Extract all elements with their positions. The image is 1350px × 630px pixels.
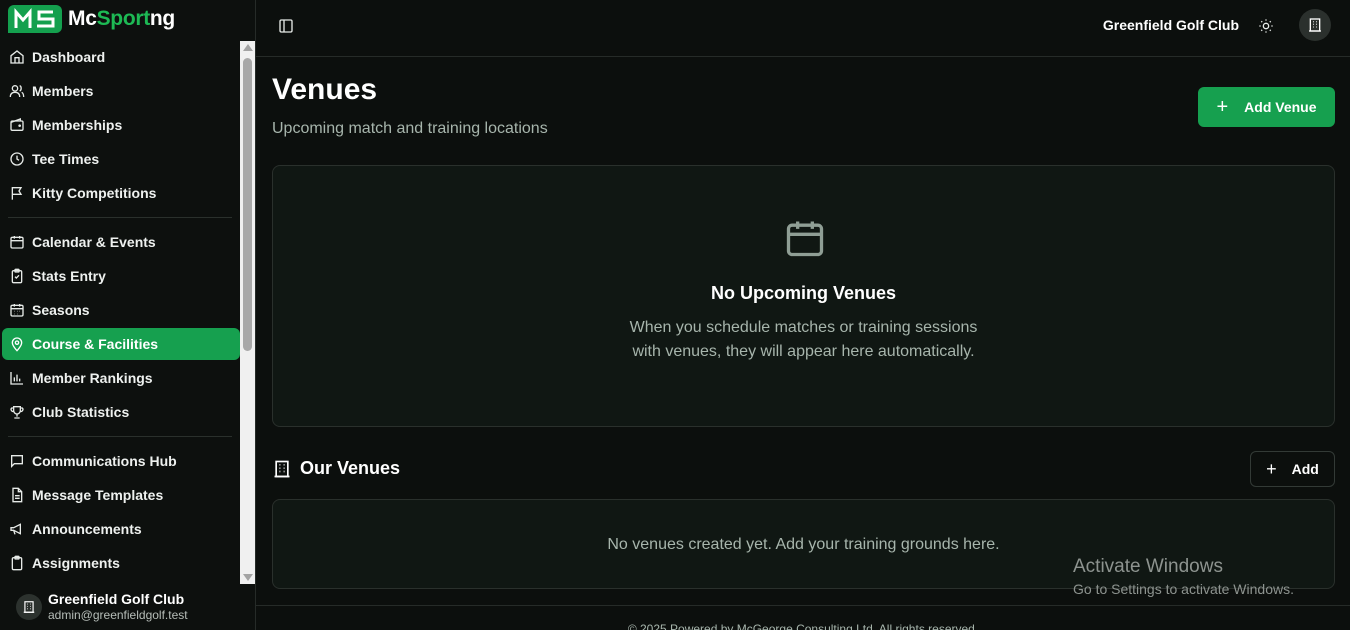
sidebar-item-label: Club Statistics	[32, 404, 130, 420]
top-header: Greenfield Golf Club	[256, 0, 1350, 57]
scrollbar-thumb[interactable]	[243, 58, 252, 351]
nav-divider	[8, 436, 232, 437]
nav-divider	[8, 217, 232, 218]
sidebar-item-label: Course & Facilities	[32, 336, 159, 352]
sidebar-item-member-rankings[interactable]: Member Rankings	[2, 362, 240, 394]
sidebar-item-label: Member Rankings	[32, 370, 153, 386]
sun-icon	[1259, 19, 1273, 33]
footer-divider	[256, 605, 1350, 606]
clock-icon	[10, 152, 24, 166]
sidebar-item-label: Calendar & Events	[32, 234, 156, 250]
add-button[interactable]: + Add	[1250, 451, 1335, 487]
sidebar-item-calendar-events[interactable]: Calendar & Events	[2, 226, 240, 258]
club-name: Greenfield Golf Club	[1102, 17, 1239, 33]
calendar-grid-icon	[10, 304, 24, 317]
file-text-icon	[12, 487, 23, 503]
sidebar-item-label: Message Templates	[32, 487, 164, 503]
scroll-down-arrow[interactable]	[243, 574, 253, 581]
calendar-icon	[786, 221, 824, 257]
megaphone-icon	[10, 523, 21, 535]
sidebar-toggle-button[interactable]	[276, 16, 296, 36]
sidebar-nav: Dashboard Members Memberships Tee Times …	[0, 39, 240, 580]
sidebar-item-label: Tee Times	[32, 151, 100, 167]
users-icon	[9, 85, 25, 98]
sidebar-item-label: Communications Hub	[32, 453, 177, 469]
sidebar-user[interactable]: Greenfield Golf Club admin@greenfieldgol…	[0, 584, 256, 630]
plus-icon: +	[1266, 459, 1277, 479]
sidebar-item-label: Seasons	[32, 302, 90, 318]
avatar[interactable]	[1299, 9, 1331, 41]
plus-icon: +	[1216, 96, 1229, 118]
sidebar-item-seasons[interactable]: Seasons	[2, 294, 240, 326]
upcoming-venues-card: No Upcoming Venues When you schedule mat…	[272, 165, 1335, 427]
sidebar-item-communications-hub[interactable]: Communications Hub	[2, 445, 240, 477]
sidebar-item-label: Kitty Competitions	[32, 185, 157, 201]
calendar-icon	[10, 236, 24, 249]
user-email: admin@greenfieldgolf.test	[48, 608, 188, 622]
sidebar-item-kitty-competitions[interactable]: Kitty Competitions	[2, 177, 240, 209]
sidebar-item-announcements[interactable]: Announcements	[2, 513, 240, 545]
activate-windows-watermark: Activate Windows Go to Settings to activ…	[1073, 556, 1294, 597]
home-icon	[10, 50, 24, 64]
user-name: Greenfield Golf Club	[48, 591, 185, 607]
brand-logo[interactable]: McSportng	[8, 4, 175, 34]
sidebar-item-label: Stats Entry	[32, 268, 106, 284]
scroll-up-arrow[interactable]	[243, 44, 253, 51]
sidebar-item-stats-entry[interactable]: Stats Entry	[2, 260, 240, 292]
sidebar-item-memberships[interactable]: Memberships	[2, 109, 240, 141]
our-venues-heading: Our Venues	[272, 458, 400, 479]
sidebar-scrollbar[interactable]	[240, 41, 255, 584]
add-venue-button[interactable]: + Add Venue	[1198, 87, 1335, 127]
theme-toggle-button[interactable]	[1256, 16, 1276, 36]
sidebar-item-dashboard[interactable]: Dashboard	[2, 41, 240, 73]
panel-left-icon	[279, 19, 293, 33]
wallet-icon	[10, 118, 24, 131]
sidebar-item-club-statistics[interactable]: Club Statistics	[2, 396, 240, 428]
clipboard-list-icon	[11, 555, 23, 571]
empty-state-description: When you schedule matches or training se…	[629, 319, 978, 360]
clipboard-icon	[11, 268, 23, 284]
footer-copyright: © 2025 Powered by McGeorge Consulting Lt…	[627, 622, 979, 630]
brand-name: McSportng	[68, 7, 175, 30]
trophy-icon	[10, 406, 24, 419]
map-pin-icon	[11, 337, 23, 352]
sidebar-item-tee-times[interactable]: Tee Times	[2, 143, 240, 175]
sidebar-item-label: Announcements	[32, 521, 142, 537]
building-icon	[1309, 18, 1321, 32]
sidebar-item-members[interactable]: Members	[2, 75, 240, 107]
flag-icon	[11, 187, 23, 200]
building-icon	[23, 601, 35, 613]
sidebar-item-label: Dashboard	[32, 49, 106, 65]
empty-state-title: No Upcoming Venues	[710, 283, 897, 303]
page-title: Venues	[272, 73, 378, 106]
page-subtitle: Upcoming match and training locations	[272, 120, 548, 137]
sidebar-item-label: Assignments	[32, 555, 120, 571]
sidebar-item-message-templates[interactable]: Message Templates	[2, 479, 240, 511]
building-icon	[274, 460, 290, 477]
logo-mark	[8, 5, 62, 33]
sidebar-item-label: Memberships	[32, 117, 123, 133]
avatar	[16, 594, 42, 620]
sidebar-item-assignments[interactable]: Assignments	[2, 547, 240, 579]
venues-empty-text: No venues created yet. Add your training…	[607, 536, 1000, 553]
message-square-icon	[11, 455, 23, 468]
sidebar-item-course-facilities[interactable]: Course & Facilities	[2, 328, 240, 360]
bar-chart-icon	[10, 372, 23, 385]
sidebar-item-label: Members	[32, 83, 94, 99]
sidebar: McSportng Dashboard Members Memberships …	[0, 0, 256, 630]
